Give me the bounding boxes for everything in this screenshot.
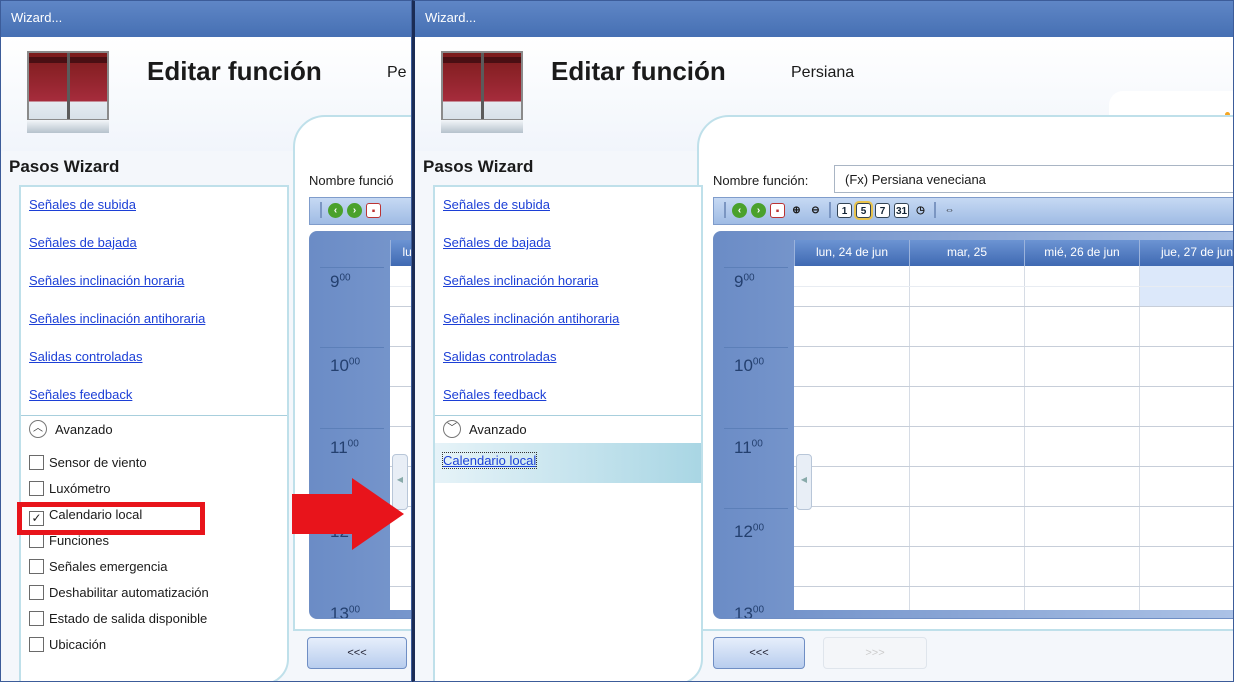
page-title: Editar función [551, 56, 726, 86]
blind-icon [441, 51, 523, 133]
scroll-left-handle[interactable]: ◀ [796, 454, 812, 510]
steps-list: Señales de subida Señales de bajada Seña… [19, 185, 289, 681]
next-button: >>> [823, 637, 927, 669]
function-panel: Nombre función: (Fx) Persiana veneciana … [697, 115, 1233, 631]
step-calendario-local[interactable]: Calendario local [435, 443, 701, 483]
hour-9: 900 [734, 272, 755, 291]
calendar-icon[interactable]: ▪ [366, 202, 381, 218]
hour-12: 1200 [734, 522, 765, 541]
calendar: lun, 24 de jun mar, 25 mié, 26 de jun ju… [713, 231, 1233, 619]
calendar-icon[interactable]: ▪ [770, 202, 785, 218]
day-header: lun [390, 240, 411, 266]
page-subtitle: Pe [387, 64, 407, 81]
chevron-up-icon: ︿ [29, 420, 47, 438]
zoom-in-icon[interactable]: ⊕ [789, 203, 804, 218]
day-view-icon[interactable]: 1 [837, 202, 852, 218]
calendar-toolbar: ‹ › ▪ ⊕ ⊖ 1 5 7 31 ◷ ⇔ [713, 197, 1233, 225]
hour-13: 1300 [734, 604, 765, 619]
function-panel: Nombre funció ‹›▪ lun 900 1000 1100 1200… [293, 115, 411, 631]
transition-arrow-icon [292, 478, 404, 550]
content: Pasos Wizard Nombre funció ‹›▪ lun 900 1… [1, 115, 411, 681]
forward-icon[interactable]: › [347, 202, 362, 218]
function-name-label: Nombre función: [713, 173, 809, 188]
steps-title: Pasos Wizard [423, 157, 534, 176]
checkbox-luxometro[interactable]: Luxómetro [29, 481, 110, 496]
week-view-icon[interactable]: 7 [875, 202, 890, 218]
day-header-27: jue, 27 de jun [1139, 240, 1233, 266]
workweek-view-icon[interactable]: 5 [856, 202, 871, 218]
hour-10: 1000 [734, 356, 765, 375]
highlight-box [17, 502, 205, 535]
content: Pasos Wizard Nombre función: (Fx) Persia… [415, 115, 1233, 681]
month-view-icon[interactable]: 31 [894, 202, 909, 218]
calendar-toolbar: ‹ › ▪ [309, 197, 411, 225]
hour-9: 900 [330, 272, 351, 291]
step-inclinacion-horaria[interactable]: Señales inclinación horaria [29, 273, 184, 288]
function-name-label: Nombre funció [309, 173, 394, 188]
day-header-25: mar, 25 [909, 240, 1024, 266]
back-button[interactable]: <<< [307, 637, 407, 669]
checkbox-estado-salida[interactable]: Estado de salida disponible [29, 611, 207, 626]
step-senales-bajada[interactable]: Señales de bajada [29, 235, 137, 250]
day-header-26: mié, 26 de jun [1024, 240, 1139, 266]
step-inclinacion-horaria[interactable]: Señales inclinación horaria [443, 273, 598, 288]
function-name-input[interactable]: (Fx) Persiana veneciana [834, 165, 1233, 193]
calendar: lun 900 1000 1100 1200 1300 ◀ [309, 231, 411, 619]
steps-list: Señales de subida Señales de bajada Seña… [433, 185, 703, 681]
blind-icon [27, 51, 109, 133]
checkbox-senales-emergencia[interactable]: Señales emergencia [29, 559, 168, 574]
step-senales-feedback[interactable]: Señales feedback [443, 387, 546, 402]
forward-icon[interactable]: › [751, 202, 766, 218]
advanced-toggle[interactable]: ﹀ Avanzado [435, 415, 701, 443]
checkbox-sensor-viento[interactable]: Sensor de viento [29, 455, 147, 470]
hour-11: 1100 [330, 438, 359, 457]
step-senales-subida[interactable]: Señales de subida [443, 197, 550, 212]
window-title: Wizard... [415, 1, 1233, 37]
day-header-24: lun, 24 de jun [794, 240, 909, 266]
step-salidas-controladas[interactable]: Salidas controladas [29, 349, 142, 364]
advanced-toggle[interactable]: ︿ Avanzado [21, 415, 287, 443]
hour-10: 1000 [330, 356, 361, 375]
checkbox-funciones[interactable]: Funciones [29, 533, 109, 548]
back-button[interactable]: <<< [713, 637, 805, 669]
hour-13: 1300 [330, 604, 361, 619]
chevron-down-icon: ﹀ [443, 420, 461, 438]
window-title: Wizard... [1, 1, 411, 37]
wizard-window-after: Wizard... Editar función Persiana Pasos … [412, 0, 1234, 682]
checkbox-ubicacion[interactable]: Ubicación [29, 637, 106, 652]
step-inclinacion-antihoraria[interactable]: Señales inclinación antihoraria [29, 311, 205, 326]
zoom-out-icon[interactable]: ⊖ [808, 203, 823, 218]
wizard-window-before: Wizard... Editar función Pe Pasos Wizard… [0, 0, 412, 682]
steps-title: Pasos Wizard [9, 157, 120, 176]
fit-icon[interactable]: ⇔ [942, 203, 957, 218]
step-salidas-controladas[interactable]: Salidas controladas [443, 349, 556, 364]
page-title: Editar función [147, 56, 322, 86]
checkbox-deshabilitar-automatizacion[interactable]: Deshabilitar automatización [29, 585, 209, 600]
step-senales-feedback[interactable]: Señales feedback [29, 387, 132, 402]
step-inclinacion-antihoraria[interactable]: Señales inclinación antihoraria [443, 311, 619, 326]
step-senales-subida[interactable]: Señales de subida [29, 197, 136, 212]
hour-11: 1100 [734, 438, 763, 457]
back-icon[interactable]: ‹ [328, 202, 343, 218]
step-senales-bajada[interactable]: Señales de bajada [443, 235, 551, 250]
page-subtitle: Persiana [791, 64, 855, 81]
back-icon[interactable]: ‹ [732, 202, 747, 218]
timeline-icon[interactable]: ◷ [913, 203, 928, 218]
